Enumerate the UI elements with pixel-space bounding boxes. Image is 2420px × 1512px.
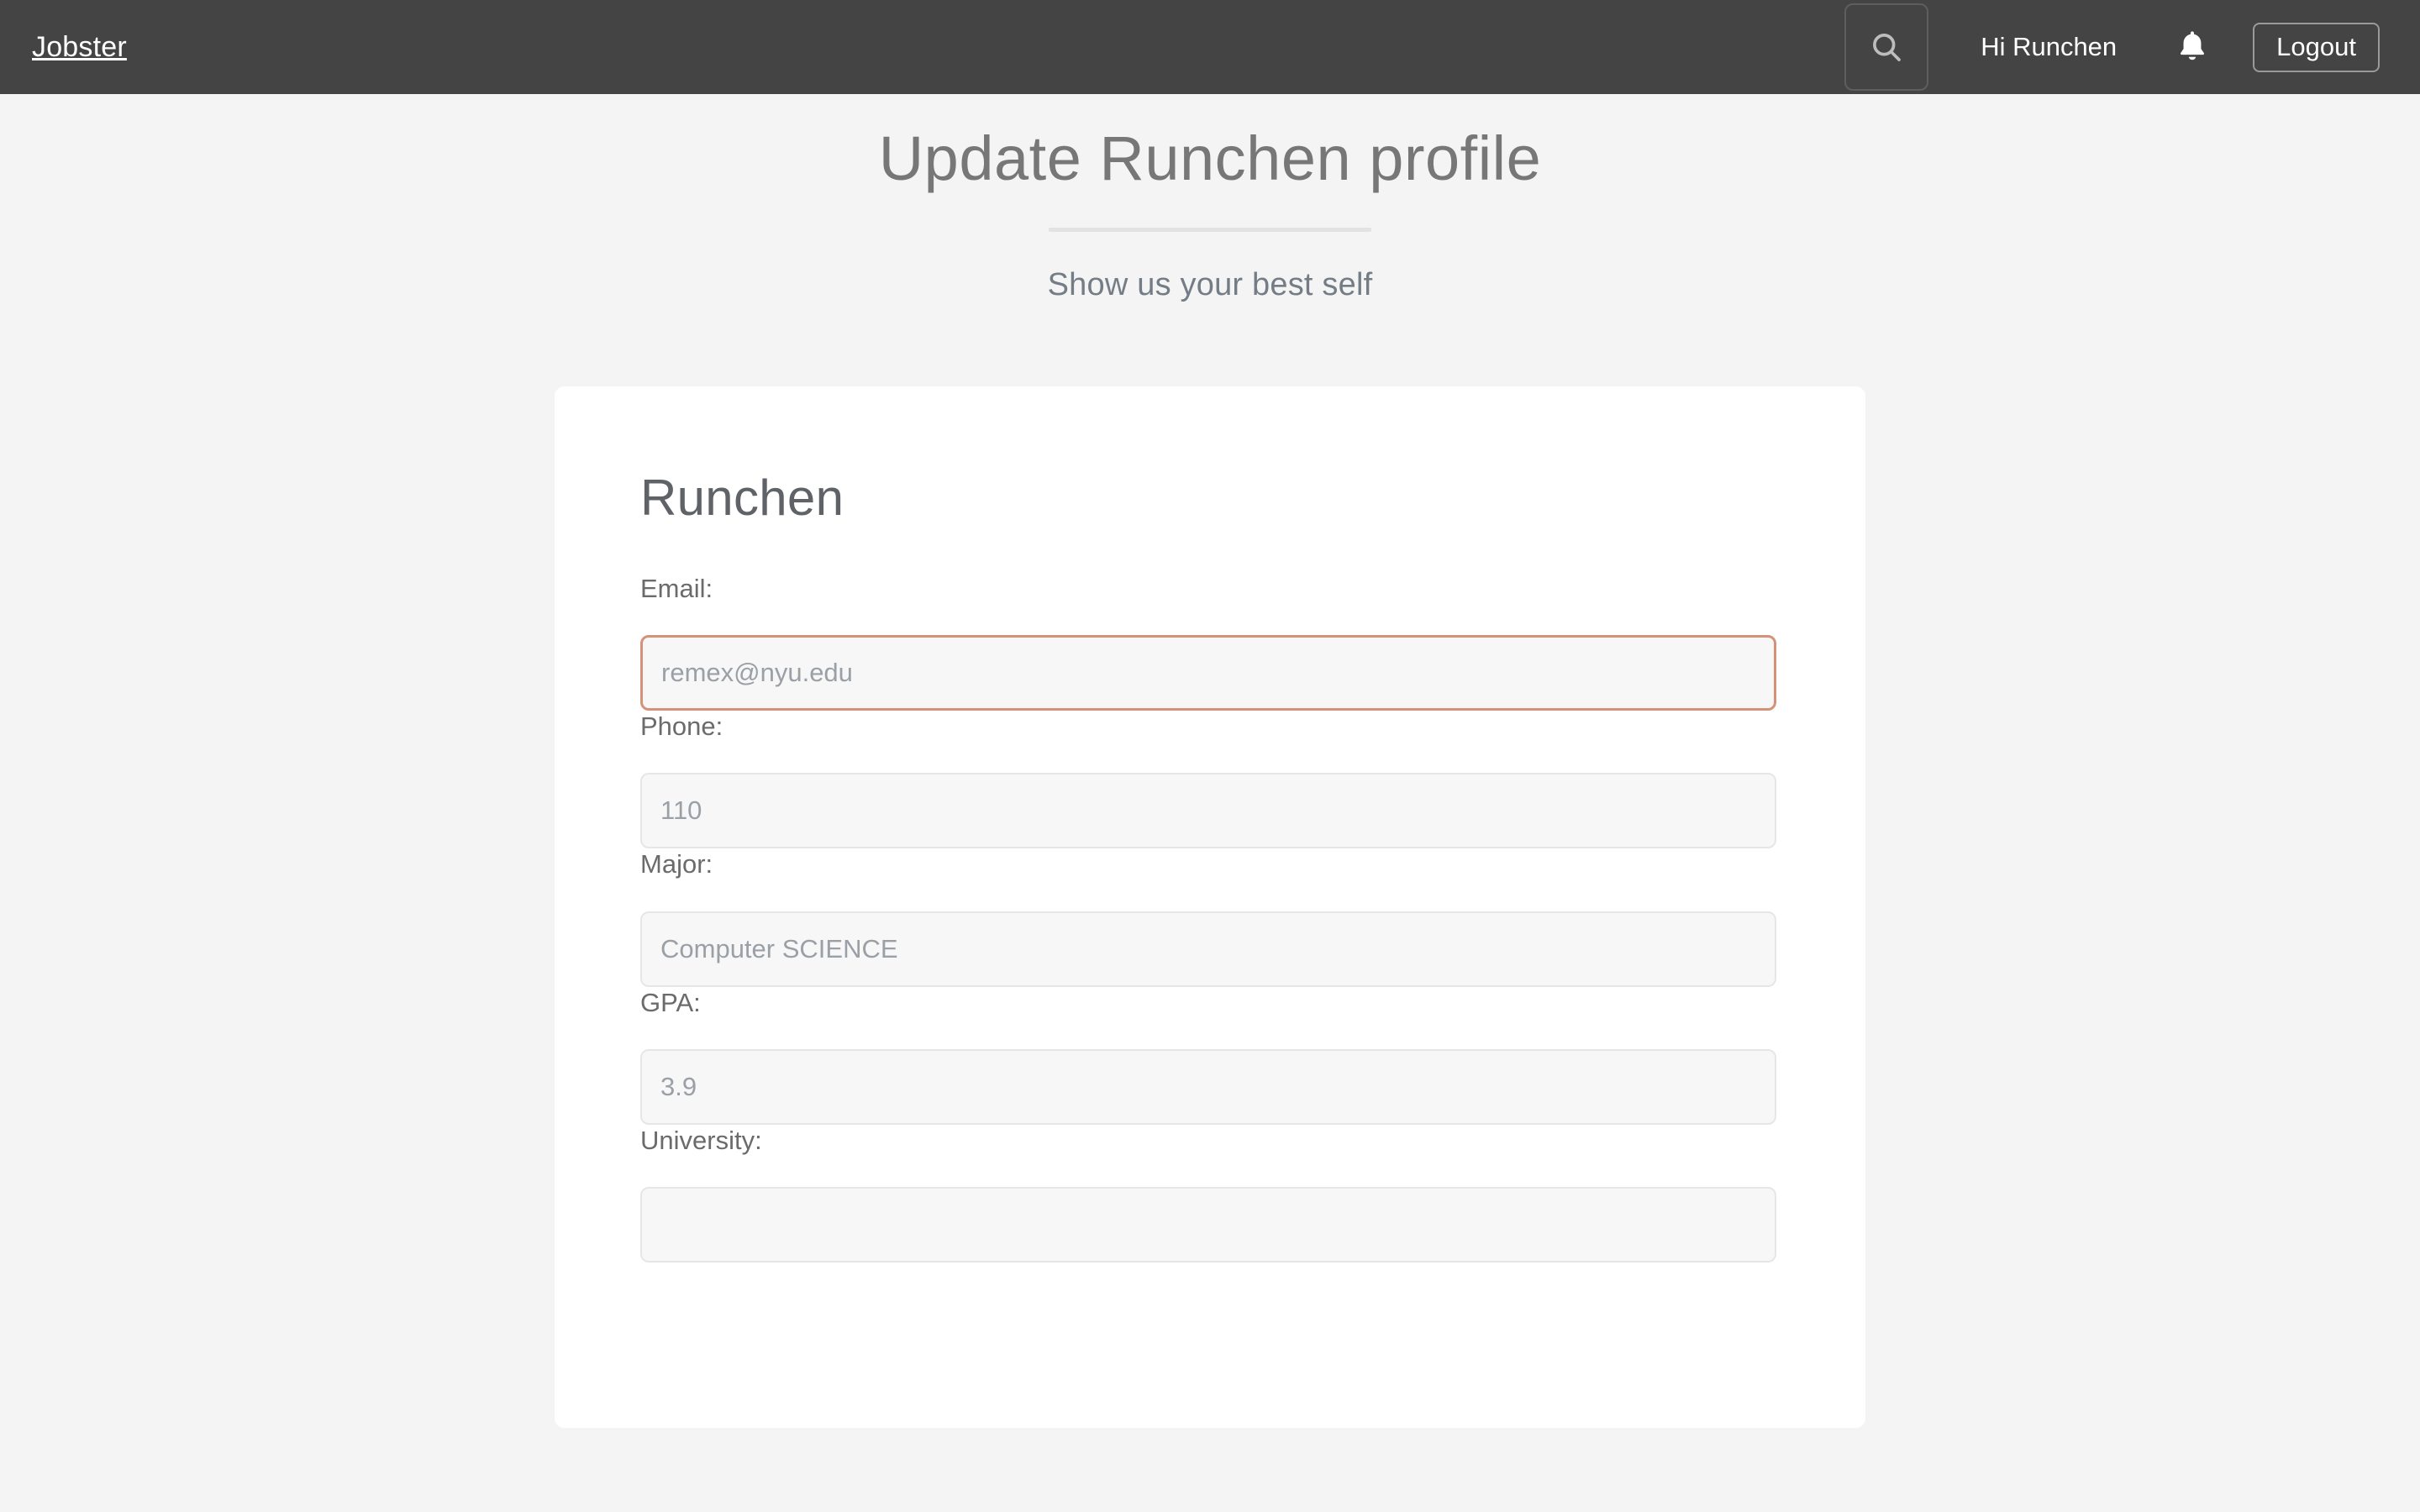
field-gpa: GPA: xyxy=(640,987,1788,1125)
page-title: Update Runchen profile xyxy=(878,123,1542,193)
title-divider xyxy=(1049,228,1371,233)
search-icon xyxy=(1868,29,1905,66)
gpa-input[interactable] xyxy=(640,1048,1776,1125)
major-input[interactable] xyxy=(640,911,1776,987)
field-phone: Phone: xyxy=(640,711,1788,849)
field-email: Email: xyxy=(640,573,1788,711)
field-label-phone: Phone: xyxy=(640,711,723,742)
field-label-major: Major: xyxy=(640,849,713,879)
notifications-button[interactable] xyxy=(2167,22,2217,72)
logout-button[interactable]: Logout xyxy=(2253,22,2380,72)
navbar-right-group: Hi Runchen Logout xyxy=(1844,3,2380,91)
user-greeting: Hi Runchen xyxy=(1981,32,2118,61)
email-input[interactable] xyxy=(640,635,1776,711)
phone-input[interactable] xyxy=(640,773,1776,849)
field-label-university: University: xyxy=(640,1125,762,1155)
brand-logo[interactable]: Jobster xyxy=(32,31,127,64)
top-navbar: Jobster Hi Runchen Logout xyxy=(0,0,2420,94)
university-input[interactable] xyxy=(640,1187,1776,1263)
page-header: Update Runchen profile Show us your best… xyxy=(0,94,2420,303)
profile-form: Email: Phone: Major: GPA: University: xyxy=(640,573,1788,1263)
bell-icon xyxy=(2176,29,2208,65)
field-major: Major: xyxy=(640,848,1788,987)
field-university: University: xyxy=(640,1125,1788,1263)
profile-card: Runchen Email: Phone: Major: GPA: Univer… xyxy=(555,386,1865,1429)
card-title: Runchen xyxy=(640,470,844,527)
page-subtitle: Show us your best self xyxy=(1047,267,1373,303)
field-label-email: Email: xyxy=(640,574,713,604)
field-label-gpa: GPA: xyxy=(640,987,701,1017)
search-button[interactable] xyxy=(1844,3,1929,91)
